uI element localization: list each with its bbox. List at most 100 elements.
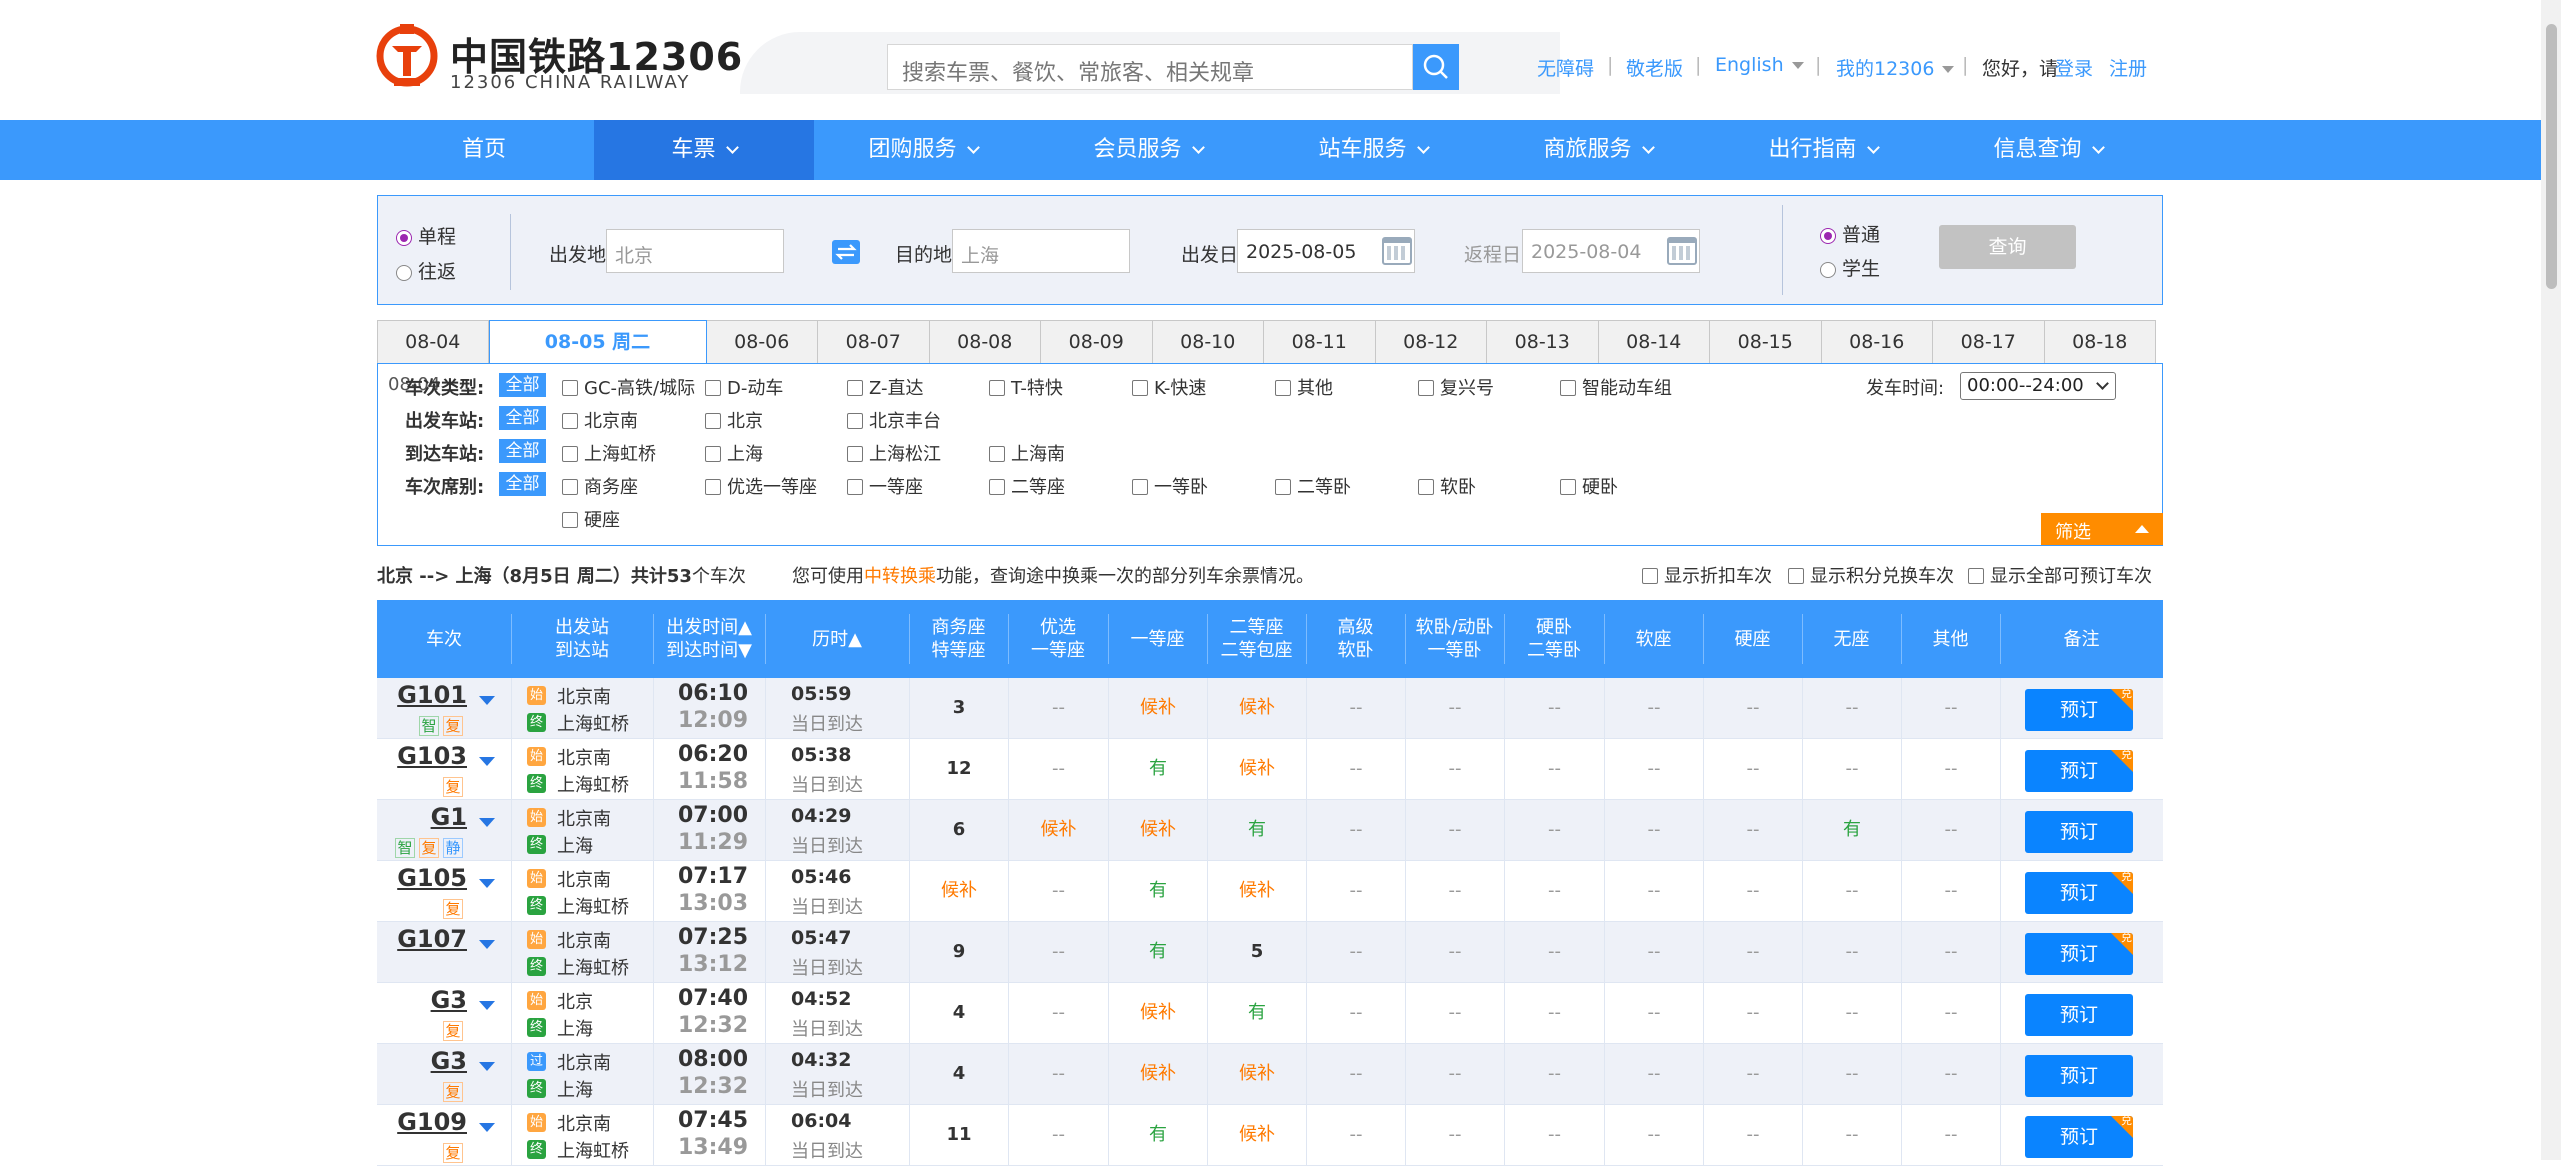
ticket-student-radio[interactable]: 学生 <box>1820 254 1880 281</box>
trip-oneway-radio[interactable]: 单程 <box>396 222 456 249</box>
ticket-normal-radio[interactable]: 普通 <box>1820 220 1880 247</box>
date-tab[interactable]: 08-18 <box>2044 320 2156 364</box>
filter-checkbox[interactable]: 优选一等座 <box>705 473 817 499</box>
nav-item[interactable]: 站车服务 <box>1263 120 1483 180</box>
date-tab[interactable]: 08-07 <box>818 320 930 364</box>
nav-item[interactable]: 信息查询 <box>1938 120 2158 180</box>
filter-checkbox[interactable]: 北京南 <box>562 407 638 433</box>
book-button[interactable]: 预订 兑 <box>2025 750 2133 792</box>
trip-round-radio[interactable]: 往返 <box>396 257 456 284</box>
all-train-types-button[interactable]: 全部 <box>499 373 546 397</box>
train-stops-dropdown-icon[interactable] <box>479 696 495 705</box>
seat-availability-cell[interactable]: 候补 <box>1008 800 1108 860</box>
book-button[interactable]: 预订 <box>2025 1055 2133 1097</box>
filter-checkbox[interactable]: GC-高铁/城际 <box>562 374 695 400</box>
filter-checkbox[interactable]: 硬座 <box>562 506 620 532</box>
seat-availability-cell[interactable]: 有 <box>1108 861 1207 921</box>
seat-availability-cell[interactable]: 有 <box>1108 739 1207 799</box>
scrollbar-thumb[interactable] <box>2546 24 2557 289</box>
departure-station[interactable]: 北京南 <box>557 683 611 709</box>
arrival-station[interactable]: 上海虹桥 <box>557 954 629 980</box>
train-stops-dropdown-icon[interactable] <box>479 818 495 827</box>
filter-checkbox[interactable]: D-动车 <box>705 374 783 400</box>
date-tab[interactable]: 08-04 <box>377 320 489 364</box>
arrival-station[interactable]: 上海 <box>557 1015 593 1041</box>
column-header[interactable]: 出发时间▲ 到达时间▼ <box>653 600 765 678</box>
column-header[interactable]: 历时▲ <box>765 600 909 678</box>
train-number-link[interactable]: G103 <box>367 742 467 770</box>
all-depart-stations-button[interactable]: 全部 <box>499 406 546 430</box>
arrival-station[interactable]: 上海虹桥 <box>557 893 629 919</box>
date-tab[interactable]: 08-12 <box>1375 320 1487 364</box>
filter-checkbox[interactable]: T-特快 <box>989 374 1063 400</box>
arrival-station[interactable]: 上海 <box>557 1076 593 1102</box>
date-tab[interactable]: 08-11 <box>1264 320 1376 364</box>
seat-availability-cell[interactable]: 候补 <box>1108 800 1207 860</box>
date-tab[interactable]: 08-13 <box>1487 320 1599 364</box>
date-tab[interactable]: 08-17 <box>1933 320 2045 364</box>
filter-checkbox[interactable]: 上海南 <box>989 440 1065 466</box>
filter-checkbox[interactable]: K-快速 <box>1132 374 1206 400</box>
seat-availability-cell[interactable]: 6 <box>909 800 1008 860</box>
train-stops-dropdown-icon[interactable] <box>479 1001 495 1010</box>
filter-checkbox[interactable]: 软卧 <box>1418 473 1476 499</box>
seat-availability-cell[interactable]: 候补 <box>909 861 1008 921</box>
seat-availability-cell[interactable]: 4 <box>909 1044 1008 1104</box>
from-station-input[interactable]: 北京 <box>606 229 784 273</box>
filter-checkbox[interactable]: 上海虹桥 <box>562 440 656 466</box>
departure-station[interactable]: 北京 <box>557 988 593 1014</box>
date-tab[interactable]: 08-09 <box>1041 320 1153 364</box>
arrival-station[interactable]: 上海虹桥 <box>557 1137 629 1163</box>
seat-availability-cell[interactable]: 候补 <box>1207 1105 1306 1165</box>
departure-station[interactable]: 北京南 <box>557 805 611 831</box>
filter-checkbox[interactable]: 硬卧 <box>1560 473 1618 499</box>
filter-checkbox[interactable]: Z-直达 <box>847 374 924 400</box>
filter-checkbox[interactable]: 二等座 <box>989 473 1065 499</box>
filter-checkbox[interactable]: 北京 <box>705 407 763 433</box>
departure-station[interactable]: 北京南 <box>557 927 611 953</box>
depart-time-select[interactable]: 00:00--24:00 <box>1960 372 2116 400</box>
train-stops-dropdown-icon[interactable] <box>479 940 495 949</box>
seat-availability-cell[interactable]: 候补 <box>1108 1044 1207 1104</box>
arrival-station[interactable]: 上海虹桥 <box>557 771 629 797</box>
train-stops-dropdown-icon[interactable] <box>479 879 495 888</box>
seat-availability-cell[interactable]: 有 <box>1108 922 1207 982</box>
seat-availability-cell[interactable]: 9 <box>909 922 1008 982</box>
nav-item[interactable]: 车票 <box>594 120 814 180</box>
book-button[interactable]: 预订 <box>2025 811 2133 853</box>
login-link[interactable]: 登录 <box>2055 54 2093 81</box>
seat-availability-cell[interactable]: 候补 <box>1207 739 1306 799</box>
calendar-icon[interactable] <box>1667 237 1697 265</box>
book-button[interactable]: 预订 兑 <box>2025 689 2133 731</box>
book-button[interactable]: 预订 兑 <box>2025 933 2133 975</box>
filter-checkbox[interactable]: 智能动车组 <box>1560 374 1672 400</box>
train-number-link[interactable]: G3 <box>367 986 467 1014</box>
nav-item[interactable]: 出行指南 <box>1713 120 1933 180</box>
book-button[interactable]: 预订 兑 <box>2025 872 2133 914</box>
show-points-checkbox[interactable]: 显示积分兑换车次 <box>1788 562 1954 588</box>
seat-availability-cell[interactable]: 候补 <box>1207 678 1306 738</box>
train-number-link[interactable]: G3 <box>367 1047 467 1075</box>
seat-availability-cell[interactable]: 12 <box>909 739 1008 799</box>
seat-availability-cell[interactable]: 3 <box>909 678 1008 738</box>
nav-item[interactable]: 团购服务 <box>813 120 1033 180</box>
date-tab[interactable]: 08-06 <box>706 320 818 364</box>
filter-checkbox[interactable]: 一等座 <box>847 473 923 499</box>
accessibility-link[interactable]: 无障碍 <box>1537 54 1594 81</box>
language-dropdown[interactable]: English <box>1715 54 1804 76</box>
departure-station[interactable]: 北京南 <box>557 1049 611 1075</box>
departure-station[interactable]: 北京南 <box>557 1110 611 1136</box>
elder-mode-link[interactable]: 敬老版 <box>1626 54 1683 81</box>
date-tab[interactable]: 08-15 <box>1710 320 1822 364</box>
date-tab[interactable]: 08-10 <box>1152 320 1264 364</box>
book-button[interactable]: 预订 兑 <box>2025 1116 2133 1158</box>
seat-availability-cell[interactable]: 有 <box>1207 983 1306 1043</box>
register-link[interactable]: 注册 <box>2109 54 2147 81</box>
book-button[interactable]: 预订 <box>2025 994 2133 1036</box>
my12306-dropdown[interactable]: 我的12306 <box>1836 54 1955 81</box>
swap-stations-icon[interactable] <box>832 240 860 264</box>
filter-checkbox[interactable]: 其他 <box>1275 374 1333 400</box>
seat-availability-cell[interactable]: 有 <box>1207 800 1306 860</box>
site-search-input[interactable]: 搜索车票、餐饮、常旅客、相关规章 <box>887 44 1413 90</box>
all-arrive-stations-button[interactable]: 全部 <box>499 439 546 463</box>
